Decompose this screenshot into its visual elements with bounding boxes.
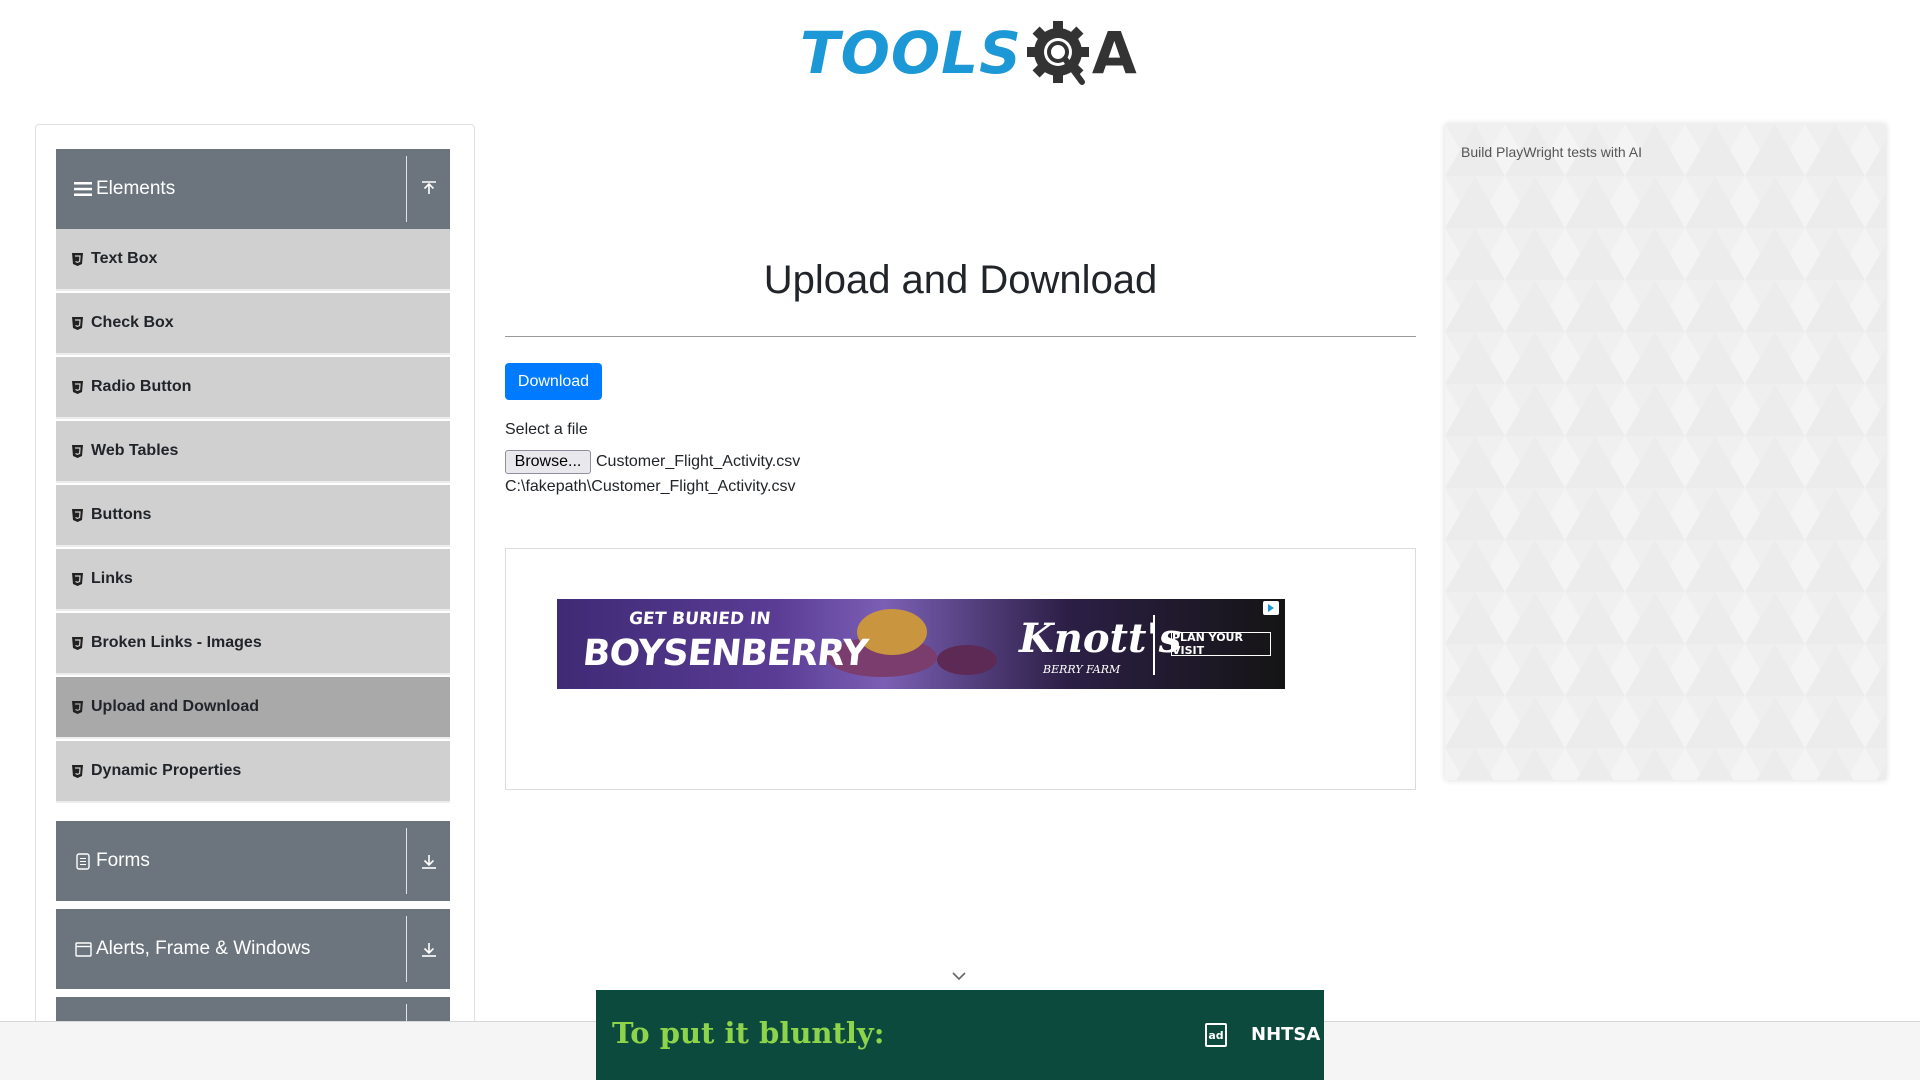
nhtsa-logo: NHTSA [1251, 1024, 1321, 1045]
group-header-elements[interactable]: Elements [56, 149, 450, 229]
menu-item-upload-and-download[interactable]: Upload and Download [56, 677, 450, 739]
ad-council-logo: ad [1205, 1023, 1227, 1047]
menu-item-label: Broken Links - Images [91, 634, 262, 651]
group-header-alerts[interactable]: Alerts, Frame & Windows [56, 909, 450, 989]
divider [406, 156, 407, 222]
menu-item-label: Upload and Download [91, 698, 259, 715]
divider [406, 828, 407, 894]
menu-icon [73, 181, 93, 197]
menu-item-buttons[interactable]: Buttons [56, 485, 450, 547]
ad-headline-line2: BOYSENBERRY [580, 633, 870, 674]
divider [406, 916, 407, 982]
adchoices-icon[interactable] [1263, 601, 1279, 615]
browse-button[interactable]: Browse... [505, 450, 591, 474]
html5-icon [71, 572, 83, 586]
logo-a-text: A [1091, 19, 1137, 87]
menu-item-label: Text Box [91, 250, 158, 267]
triangle-pattern-background [1445, 124, 1886, 780]
divider [1153, 615, 1155, 675]
ad-headline-line1: GET BURIED IN [627, 609, 772, 629]
group-title: Forms [96, 850, 150, 871]
menu-item-check-box[interactable]: Check Box [56, 293, 450, 355]
window-icon [73, 941, 93, 957]
html5-icon [71, 252, 83, 266]
html5-icon [71, 508, 83, 522]
html5-icon [71, 316, 83, 330]
menu-item-label: Web Tables [91, 442, 179, 459]
chevron-down-icon[interactable] [950, 970, 968, 982]
uploaded-file-path: C:\fakepath\Customer_Flight_Activity.csv [505, 478, 796, 495]
ad-cta-button[interactable]: PLAN YOUR VISIT [1171, 631, 1271, 657]
ad-brand: Knott's [1019, 615, 1182, 662]
gear-magnifier-icon [1026, 21, 1089, 85]
ad-brand-sub: BERRY FARM [1043, 663, 1121, 676]
title-divider [505, 336, 1416, 337]
html5-icon [71, 444, 83, 458]
menu-item-label: Radio Button [91, 378, 192, 395]
html5-icon [71, 380, 83, 394]
html5-icon [71, 636, 83, 650]
left-sidebar: Elements Text Box Check Box Radio Button… [35, 124, 475, 1080]
logo-tools-text: TOOLS [800, 19, 1022, 87]
download-button[interactable]: Download [505, 363, 602, 400]
menu-item-label: Check Box [91, 314, 174, 331]
html5-icon [71, 764, 83, 778]
menu-item-links[interactable]: Links [56, 549, 450, 611]
menu-item-label: Links [91, 570, 133, 587]
group-title: Elements [96, 178, 176, 199]
menu-item-radio-button[interactable]: Radio Button [56, 357, 450, 419]
selected-file-name: Customer_Flight_Activity.csv [596, 453, 801, 470]
right-panel-text: Build PlayWright tests with AI [1461, 144, 1643, 160]
menu-item-web-tables[interactable]: Web Tables [56, 421, 450, 483]
right-ad-panel[interactable]: Build PlayWright tests with AI [1445, 124, 1886, 780]
menu-item-broken-links[interactable]: Broken Links - Images [56, 613, 450, 675]
page: TOOLS A Elements Text Box Check Box Radi… [0, 0, 1920, 1080]
menu-item-dynamic-properties[interactable]: Dynamic Properties [56, 741, 450, 803]
ad-container: GET BURIED IN BOYSENBERRY Knott's BERRY … [505, 548, 1416, 790]
menu-item-text-box[interactable]: Text Box [56, 229, 450, 291]
knotts-ad-banner[interactable]: GET BURIED IN BOYSENBERRY Knott's BERRY … [557, 599, 1285, 689]
bottom-ad-banner[interactable]: To put it bluntly: ad NHTSA [596, 990, 1324, 1080]
page-title: Upload and Download [763, 258, 1158, 302]
bottom-ad-text: To put it bluntly: [612, 1016, 885, 1050]
group-header-forms[interactable]: Forms [56, 821, 450, 901]
group-title: Alerts, Frame & Windows [96, 938, 311, 959]
download-arrow-icon[interactable] [407, 853, 450, 869]
toolsqa-logo[interactable]: TOOLS A [800, 14, 1137, 92]
upload-arrow-icon[interactable] [407, 181, 450, 197]
select-file-label: Select a file [505, 421, 588, 438]
form-icon [73, 852, 93, 870]
html5-icon [71, 700, 83, 714]
menu-item-label: Dynamic Properties [91, 762, 242, 779]
menu-item-label: Buttons [91, 506, 152, 523]
download-arrow-icon[interactable] [407, 941, 450, 957]
